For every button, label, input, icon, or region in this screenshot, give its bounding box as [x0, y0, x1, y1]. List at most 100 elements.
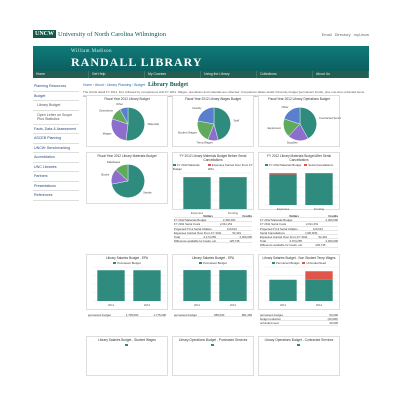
university-logo[interactable]: UNCW University of North Carolina Wilmin… — [33, 30, 166, 38]
x-tick-label: 2012 — [144, 303, 151, 307]
nav-about-us[interactable]: About Us — [313, 71, 369, 78]
table-cell: 52,491 — [232, 230, 242, 235]
table-row: permanent budget 850,000 861,465 — [174, 313, 252, 318]
sidebar-item[interactable]: Open Letter on Scope Plus Statistics — [33, 111, 79, 125]
salaries-epa-table: permanent budget 1,705,000 1,775,000 — [88, 313, 166, 318]
bar — [133, 270, 161, 301]
bar — [305, 271, 333, 280]
library-banner[interactable]: William Madison RANDALL LIBRARY — [33, 46, 369, 71]
sidebar-item[interactable]: Budget — [33, 92, 79, 101]
sidebar-item[interactable]: Partners — [33, 172, 79, 182]
breadcrumb-links[interactable]: Home › About › Library Planning › Budget — [83, 83, 145, 87]
table-cell: FY 2011 Serial Costs — [174, 222, 201, 227]
sidebar-item[interactable]: Library Budget — [33, 101, 79, 111]
university-name: University of North Carolina Wilmington — [58, 30, 166, 38]
directory-link[interactable]: Directory — [335, 32, 351, 37]
pie-label: Supplies — [287, 140, 298, 144]
table-cell: 125,745 — [229, 239, 240, 244]
table-cell: Total — [174, 234, 180, 239]
table-cell: (100,000) — [305, 230, 318, 235]
nav-home[interactable]: Home — [33, 71, 89, 78]
table-row: Difference available for books, etc. 225,… — [260, 243, 338, 248]
top-bar: UNCW University of North Carolina Wilmin… — [33, 27, 369, 41]
breadcrumb: Home › About › Library Planning › Budget… — [83, 82, 369, 88]
main-nav: Home Get Help My Courses Using the Libra… — [33, 71, 369, 78]
nav-get-help[interactable]: Get Help — [89, 71, 145, 78]
table-cell: 2,011,151 — [305, 222, 319, 227]
pie-chart-box: Fiscal Year 2012 Library Budget Materials… — [86, 95, 168, 147]
table-cell: Projected FY12 Serial Inflation — [174, 226, 212, 231]
sidebar-item[interactable]: UNC Libraries — [33, 163, 79, 172]
table-cell: 110,613 — [226, 226, 237, 231]
x-tick-label: 2011 — [194, 303, 200, 307]
legend-swatch — [113, 262, 117, 265]
nav-using-library[interactable]: Using the Library — [201, 71, 257, 78]
budget-table-before: Dollars Credits FY 2012 Materials Budget 2,… — [174, 214, 252, 244]
chart-title: Library Salaries Budget - SPA — [191, 256, 235, 260]
table-cell: 2,011,151 — [219, 222, 233, 227]
bar — [305, 173, 333, 205]
bar-chart-box: Library Salaries Budget - SPA Permanent B… — [172, 254, 254, 310]
table-cell: (20,000) — [327, 317, 338, 322]
sidebar-item[interactable]: Facts, Data & Assessment — [33, 125, 79, 134]
bar — [269, 174, 297, 205]
legend-swatch — [173, 164, 176, 167]
sidebar-item[interactable]: Accreditation — [33, 153, 79, 163]
chart-title: FY 2012 Library Materials Budget Before … — [179, 154, 247, 162]
pie-label: Databases — [107, 160, 121, 164]
pie-chart: Materials Wages OperationsOther — [99, 102, 160, 141]
table-cell: Credits — [328, 214, 338, 218]
bar — [183, 177, 211, 209]
pie-chart: Contracted Services Supplies Equipment Othe… — [268, 105, 345, 144]
temp-wages-table: permanent budget 50,000 budget reduction (2… — [260, 313, 338, 326]
pie-label: Serials — [143, 191, 152, 195]
table-cell: 861,465 — [241, 313, 252, 317]
pie-label: Wages — [103, 132, 112, 136]
bar-chart-box: Library Salaries Budget - Non Student Te… — [258, 254, 340, 310]
table-cell: 110,613 — [312, 226, 323, 231]
table-cell: Credits — [242, 214, 252, 218]
table-cell: 2,300,000 — [325, 239, 338, 244]
table-cell: Serial Cancellations — [260, 230, 285, 235]
table-cell: unfunded need — [260, 321, 279, 326]
sidebar-item[interactable]: UNCW: Benchmarking — [33, 144, 79, 153]
sidebar-item[interactable]: Presentations — [33, 182, 79, 191]
email-link[interactable]: Email — [322, 32, 332, 37]
uncw-logo-mark: UNCW — [33, 30, 56, 38]
table-cell: FY 2012 Materials Budget — [174, 218, 207, 223]
nav-collections[interactable]: Collections — [257, 71, 313, 78]
nav-my-courses[interactable]: My Courses — [145, 71, 201, 78]
chart-legend — [173, 343, 253, 347]
table-cell: Projected FY12 Serial Inflation — [260, 226, 298, 231]
pie-chart-box: Fiscal Year 2012 Library Materials Budge… — [86, 152, 168, 204]
page-title: Library Budget — [147, 82, 189, 88]
pie-slice — [125, 107, 145, 141]
legend-entry — [297, 343, 301, 347]
salaries-spa-table: permanent budget 850,000 861,465 — [174, 313, 252, 318]
table-cell: 52,491 — [318, 234, 328, 239]
pie-label: Staff — [233, 119, 239, 123]
pie-label: Books — [101, 173, 109, 177]
table-cell: 2,300,000 — [222, 218, 236, 223]
table-row: permanent budget 1,705,000 1,775,000 — [88, 313, 166, 318]
bar-chart: 2011 2012 — [93, 266, 166, 307]
table-cell: 1,705,000 — [125, 313, 139, 317]
bar-chart: 2011 2012 — [179, 266, 252, 307]
sidebar-item[interactable]: ASCEB Planning — [33, 134, 79, 144]
myuncw-link[interactable]: myUncw — [354, 32, 369, 37]
bar-chart-box: Library Salaries Budget - EPA Permanent B… — [86, 254, 168, 310]
pie-label: Operations — [99, 108, 113, 112]
table-cell: 40,000 — [329, 321, 338, 326]
sidebar-item[interactable]: References — [33, 191, 79, 201]
pie-label: Other — [116, 102, 123, 106]
bar-chart: Expenses Funding — [265, 168, 338, 211]
legend-swatch — [297, 344, 300, 347]
table-cell: permanent budget — [260, 313, 283, 317]
legend-swatch — [264, 164, 268, 167]
sidebar-item[interactable]: Planning Resources — [33, 82, 79, 92]
table-row: unfunded need 40,000 — [260, 321, 338, 326]
bar-chart: Expenses Funding — [179, 172, 252, 215]
banner-title: RANDALL LIBRARY — [71, 55, 203, 69]
pie-label: Temp Wages — [197, 141, 214, 145]
pie-label: Contracted Services — [319, 116, 341, 120]
